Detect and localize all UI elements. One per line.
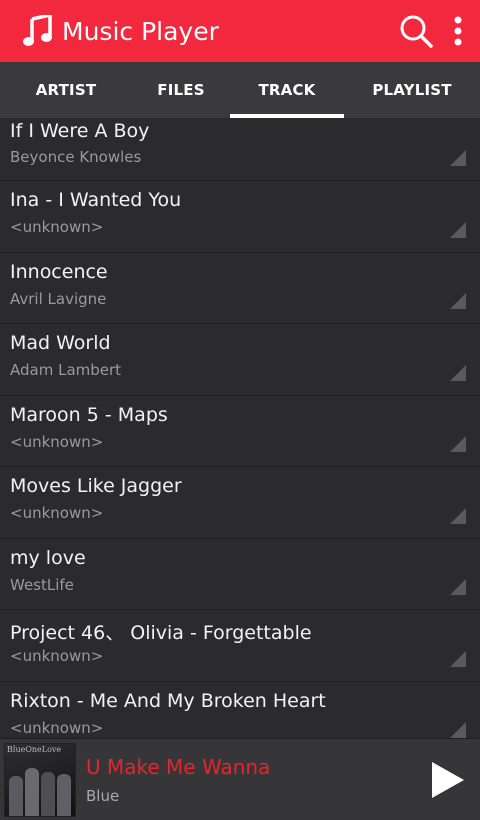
tab-files[interactable]: FILES <box>132 62 230 118</box>
tab-track[interactable]: TRACK <box>230 62 344 118</box>
corner-triangle-icon[interactable] <box>450 722 466 738</box>
track-row[interactable]: Ina - I Wanted You <unknown> <box>0 181 480 253</box>
track-title: If I Were A Boy <box>10 120 150 142</box>
corner-triangle-icon[interactable] <box>450 579 466 595</box>
track-row[interactable]: Maroon 5 - Maps <unknown> <box>0 396 480 467</box>
now-playing-bar[interactable]: BlueOneLove U Make Me Wanna Blue <box>0 738 480 820</box>
corner-triangle-icon[interactable] <box>450 364 466 381</box>
album-art[interactable]: BlueOneLove <box>4 743 76 817</box>
track-row[interactable]: Mad World Adam Lambert <box>0 324 480 396</box>
track-row[interactable]: my love WestLife <box>0 539 480 610</box>
track-row[interactable]: Project 46、 Olivia - Forgettable <unknow… <box>0 610 480 682</box>
corner-triangle-icon[interactable] <box>450 650 466 667</box>
search-icon[interactable] <box>396 11 436 51</box>
app-title: Music Player <box>62 16 219 46</box>
track-row[interactable]: Moves Like Jagger <unknown> <box>0 467 480 539</box>
play-icon[interactable] <box>428 758 468 802</box>
track-title: my love <box>10 546 86 569</box>
track-artist: <unknown> <box>10 647 104 665</box>
tab-playlist[interactable]: PLAYLIST <box>344 62 480 118</box>
track-artist: <unknown> <box>10 718 104 737</box>
track-title: Rixton - Me And My Broken Heart <box>10 689 326 712</box>
track-artist: <unknown> <box>10 218 104 236</box>
album-art-text: BlueOneLove <box>7 745 62 754</box>
track-title: Project 46、 Olivia - Forgettable <box>10 622 312 644</box>
track-artist: WestLife <box>10 575 74 594</box>
corner-triangle-icon[interactable] <box>450 221 466 238</box>
now-playing-artist: Blue <box>86 787 120 805</box>
corner-triangle-icon[interactable] <box>450 293 466 309</box>
track-artist: <unknown> <box>10 432 104 451</box>
track-artist: Adam Lambert <box>10 361 122 379</box>
more-vert-icon[interactable] <box>448 11 468 51</box>
track-title: Mad World <box>10 332 111 354</box>
app-bar: Music Player <box>0 0 480 62</box>
track-row[interactable]: Rixton - Me And My Broken Heart <unknown… <box>0 682 480 738</box>
music-note-icon <box>20 13 56 49</box>
corner-triangle-icon[interactable] <box>450 507 466 524</box>
track-title: Maroon 5 - Maps <box>10 403 168 426</box>
corner-triangle-icon[interactable] <box>450 150 466 166</box>
track-artist: <unknown> <box>10 504 104 522</box>
corner-triangle-icon[interactable] <box>450 436 466 452</box>
track-artist: Avril Lavigne <box>10 289 107 308</box>
track-title: Ina - I Wanted You <box>10 189 182 211</box>
track-artist: Beyonce Knowles <box>10 148 142 166</box>
track-title: Innocence <box>10 260 108 283</box>
tab-bar: ARTIST FILES TRACK PLAYLIST <box>0 62 480 118</box>
now-playing-title: U Make Me Wanna <box>86 755 271 779</box>
track-title: Moves Like Jagger <box>10 475 182 497</box>
track-row[interactable]: Innocence Avril Lavigne <box>0 253 480 324</box>
track-list: If I Were A Boy Beyonce Knowles Ina - I … <box>0 118 480 738</box>
tab-artist[interactable]: ARTIST <box>0 62 132 118</box>
track-row[interactable]: If I Were A Boy Beyonce Knowles <box>0 118 480 181</box>
